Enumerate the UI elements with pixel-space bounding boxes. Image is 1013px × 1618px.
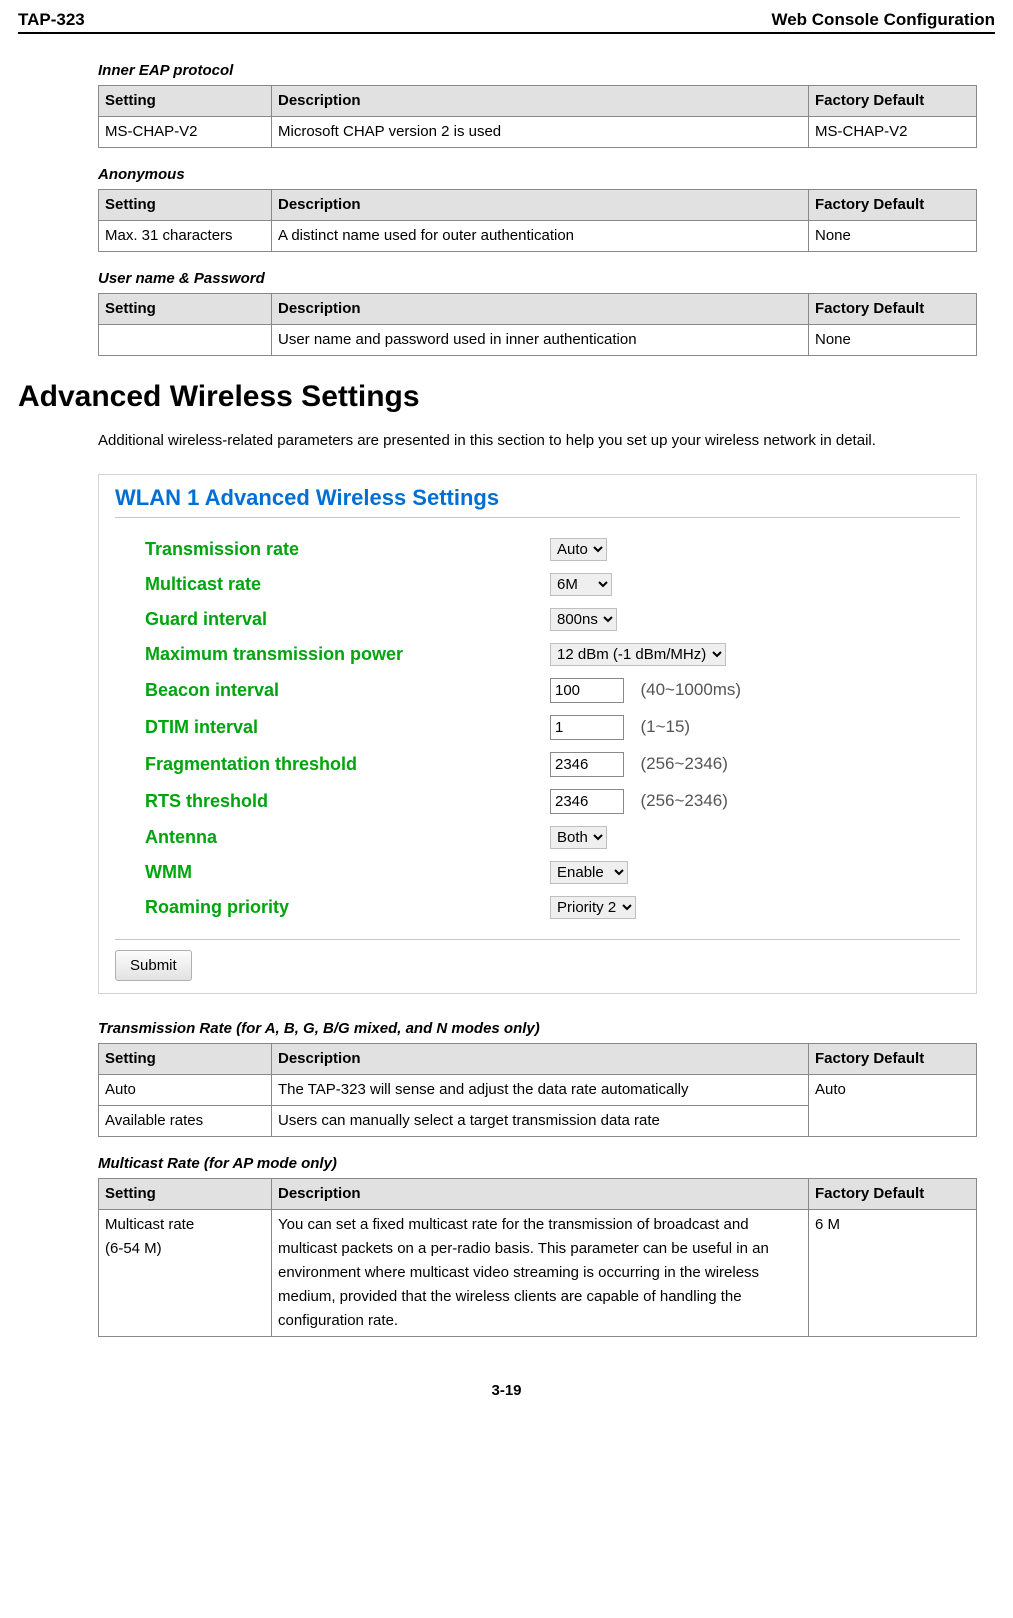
th-default: Factory Default — [809, 1044, 977, 1075]
th-description: Description — [272, 86, 809, 117]
th-default: Factory Default — [809, 190, 977, 221]
cell-description: Users can manually select a target trans… — [272, 1106, 809, 1137]
select-multicast-rate[interactable]: 6M — [550, 573, 612, 596]
mcrate-title: Multicast Rate (for AP mode only) — [98, 1155, 977, 1172]
input-rts-threshold[interactable] — [550, 789, 624, 814]
th-default: Factory Default — [809, 1179, 977, 1210]
anonymous-table: Setting Description Factory Default Max.… — [98, 189, 977, 252]
select-antenna[interactable]: Both — [550, 826, 607, 849]
page-number: 3-19 — [0, 1382, 1013, 1399]
cell-default: Auto — [809, 1075, 977, 1137]
table-row: Auto The TAP-323 will sense and adjust t… — [99, 1075, 977, 1106]
hint-frag: (256~2346) — [640, 754, 727, 773]
table-row: Max. 31 characters A distinct name used … — [99, 221, 977, 252]
page-header: TAP-323 Web Console Configuration — [18, 10, 995, 34]
row-dtim-interval: DTIM interval (1~15) — [115, 715, 960, 740]
anonymous-title: Anonymous — [98, 166, 977, 183]
select-guard-interval[interactable]: 800ns — [550, 608, 617, 631]
th-setting: Setting — [99, 190, 272, 221]
userpw-title: User name & Password — [98, 270, 977, 287]
row-antenna: Antenna Both — [115, 826, 960, 849]
label-wmm: WMM — [115, 862, 550, 883]
wlan-title: WLAN 1 Advanced Wireless Settings — [115, 485, 960, 518]
cell-setting: Max. 31 characters — [99, 221, 272, 252]
cell-setting — [99, 325, 272, 356]
userpw-table: Setting Description Factory Default User… — [98, 293, 977, 356]
header-left: TAP-323 — [18, 10, 85, 30]
submit-button[interactable]: Submit — [115, 950, 192, 981]
label-max-tx-power: Maximum transmission power — [115, 644, 550, 665]
table-row: User name and password used in inner aut… — [99, 325, 977, 356]
cell-setting: MS-CHAP-V2 — [99, 117, 272, 148]
cell-description: You can set a fixed multicast rate for t… — [272, 1210, 809, 1337]
label-roaming-priority: Roaming priority — [115, 897, 550, 918]
row-guard-interval: Guard interval 800ns — [115, 608, 960, 631]
label-transmission-rate: Transmission rate — [115, 539, 550, 560]
label-rts-threshold: RTS threshold — [115, 791, 550, 812]
row-max-tx-power: Maximum transmission power 12 dBm (-1 dB… — [115, 643, 960, 666]
cell-default: 6 M — [809, 1210, 977, 1337]
cell-description: Microsoft CHAP version 2 is used — [272, 117, 809, 148]
cell-description: A distinct name used for outer authentic… — [272, 221, 809, 252]
select-wmm[interactable]: Enable — [550, 861, 628, 884]
hint-dtim: (1~15) — [640, 717, 690, 736]
table-row: Multicast rate (6-54 M) You can set a fi… — [99, 1210, 977, 1337]
select-transmission-rate[interactable]: Auto — [550, 538, 607, 561]
th-setting: Setting — [99, 1179, 272, 1210]
cell-setting: Available rates — [99, 1106, 272, 1137]
th-setting: Setting — [99, 1044, 272, 1075]
wlan-settings-panel: WLAN 1 Advanced Wireless Settings Transm… — [98, 474, 977, 994]
hint-beacon: (40~1000ms) — [640, 680, 741, 699]
label-dtim-interval: DTIM interval — [115, 717, 550, 738]
separator — [115, 939, 960, 940]
row-beacon-interval: Beacon interval (40~1000ms) — [115, 678, 960, 703]
header-right: Web Console Configuration — [771, 10, 995, 30]
th-default: Factory Default — [809, 294, 977, 325]
label-beacon-interval: Beacon interval — [115, 680, 550, 701]
inner-eap-title: Inner EAP protocol — [98, 62, 977, 79]
row-roaming-priority: Roaming priority Priority 2 — [115, 896, 960, 919]
cell-default: None — [809, 221, 977, 252]
row-frag-threshold: Fragmentation threshold (256~2346) — [115, 752, 960, 777]
hint-rts: (256~2346) — [640, 791, 727, 810]
th-description: Description — [272, 190, 809, 221]
cell-default: None — [809, 325, 977, 356]
mcrate-table: Setting Description Factory Default Mult… — [98, 1178, 977, 1337]
row-wmm: WMM Enable — [115, 861, 960, 884]
cell-setting: Auto — [99, 1075, 272, 1106]
input-frag-threshold[interactable] — [550, 752, 624, 777]
input-dtim-interval[interactable] — [550, 715, 624, 740]
page-title: Advanced Wireless Settings — [18, 380, 995, 414]
th-description: Description — [272, 1044, 809, 1075]
cell-description: The TAP-323 will sense and adjust the da… — [272, 1075, 809, 1106]
label-guard-interval: Guard interval — [115, 609, 550, 630]
row-transmission-rate: Transmission rate Auto — [115, 538, 960, 561]
txrate-title: Transmission Rate (for A, B, G, B/G mixe… — [98, 1020, 977, 1037]
inner-eap-table: Setting Description Factory Default MS-C… — [98, 85, 977, 148]
table-row: MS-CHAP-V2 Microsoft CHAP version 2 is u… — [99, 117, 977, 148]
th-default: Factory Default — [809, 86, 977, 117]
th-description: Description — [272, 294, 809, 325]
txrate-table: Setting Description Factory Default Auto… — [98, 1043, 977, 1137]
th-setting: Setting — [99, 294, 272, 325]
label-antenna: Antenna — [115, 827, 550, 848]
input-beacon-interval[interactable] — [550, 678, 624, 703]
cell-setting: Multicast rate (6-54 M) — [99, 1210, 272, 1337]
select-max-tx-power[interactable]: 12 dBm (-1 dBm/MHz) — [550, 643, 726, 666]
row-rts-threshold: RTS threshold (256~2346) — [115, 789, 960, 814]
label-multicast-rate: Multicast rate — [115, 574, 550, 595]
cell-default: MS-CHAP-V2 — [809, 117, 977, 148]
th-description: Description — [272, 1179, 809, 1210]
cell-description: User name and password used in inner aut… — [272, 325, 809, 356]
label-frag-threshold: Fragmentation threshold — [115, 754, 550, 775]
row-multicast-rate: Multicast rate 6M — [115, 573, 960, 596]
intro-paragraph: Additional wireless-related parameters a… — [98, 426, 977, 456]
page: TAP-323 Web Console Configuration Inner … — [0, 0, 1013, 1415]
th-setting: Setting — [99, 86, 272, 117]
select-roaming-priority[interactable]: Priority 2 — [550, 896, 636, 919]
